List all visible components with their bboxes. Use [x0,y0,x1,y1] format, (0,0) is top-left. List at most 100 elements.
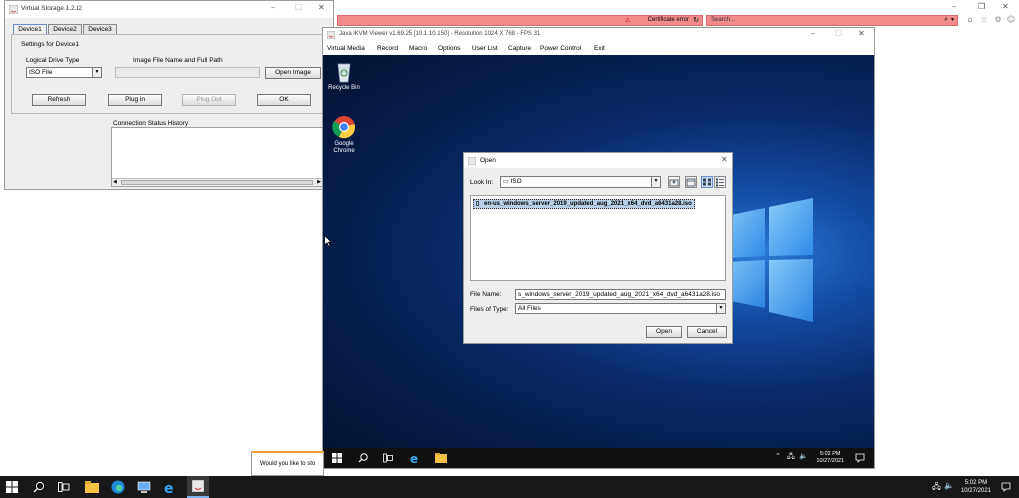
open-dialog-titlebar[interactable]: Open ✕ [464,153,732,168]
host-clock-date: 10/27/2021 [960,488,991,494]
refresh-icon[interactable]: ↻ [693,16,699,24]
logical-drive-label: Logical Drive Type [26,57,80,64]
download-popup[interactable]: Would you like to sto [251,451,324,476]
file-explorer-icon[interactable] [85,481,99,495]
scroll-left-icon[interactable]: ◀ [113,179,117,185]
menu-record[interactable]: Record [377,45,398,52]
chevron-down-icon[interactable]: ▼ [716,304,725,313]
look-in-select[interactable]: ▭ ISO ▼ [500,176,661,188]
minimize-icon[interactable]: – [811,29,815,38]
ikvm-titlebar[interactable]: Java iKVM Viewer v1.69.25 [10.1.10.150] … [323,28,874,42]
chevron-down-icon[interactable]: ▼ [950,17,955,23]
svg-text:e: e [410,452,418,464]
window-title: Java iKVM Viewer v1.69.25 [10.1.10.150] … [339,31,541,37]
ok-button[interactable]: OK [257,94,311,106]
cancel-button[interactable]: Cancel [687,326,727,338]
file-name-input[interactable]: s_windows_server_2019_updated_aug_2021_x… [515,289,726,300]
volume-icon[interactable]: 🔈 [799,452,808,460]
close-icon[interactable]: ✕ [721,155,728,164]
restore-icon[interactable]: ❐ [978,2,985,11]
minimize-icon[interactable]: – [952,2,956,11]
guest-clock-date: 10/27/2021 [816,458,844,464]
image-file-path-field[interactable] [115,67,260,78]
task-view-icon[interactable] [58,481,72,495]
kvm-menubar: Virtual Media Record Macro Options User … [323,42,874,55]
desktop-icon-google-chrome[interactable]: Google Chrome [324,115,364,155]
feedback-icon[interactable]: ☺ [1006,15,1016,25]
menu-power-control[interactable]: Power Control [540,45,581,52]
certificate-error-text[interactable]: Certificate error [648,17,689,23]
open-image-button[interactable]: Open Image [265,67,321,79]
internet-explorer-icon[interactable]: e [163,480,177,494]
new-folder-icon[interactable] [685,176,697,188]
windows-start-icon[interactable] [332,453,342,463]
menu-capture[interactable]: Capture [508,45,531,52]
plug-in-button[interactable]: Plug in [108,94,162,106]
remote-desktop-icon[interactable] [137,480,151,494]
close-icon[interactable]: ✕ [1002,2,1009,11]
address-bar[interactable]: ⚠ Certificate error ↻ [337,15,703,26]
chevron-down-icon[interactable]: ▼ [651,177,660,187]
java-icon [9,5,18,14]
search-icon[interactable]: ⌕ [944,16,948,24]
logical-drive-select[interactable]: ISO File ▼ [26,67,102,78]
details-view-icon[interactable] [714,176,726,188]
guest-clock-time: 5:02 PM [819,451,841,457]
search-bar[interactable]: Search... ⌕ ▼ [706,15,958,26]
list-item[interactable]: ▯ en-us_windows_server_2019_updated_aug_… [473,199,695,209]
host-clock-time: 5:02 PM [964,480,988,486]
up-one-level-icon[interactable] [668,176,680,188]
logical-drive-value: ISO File [29,69,53,76]
recycle-bin-icon [337,63,351,83]
open-button[interactable]: Open [646,326,682,338]
look-in-label: Look In: [470,179,494,186]
files-of-type-select[interactable]: All Files ▼ [515,303,726,314]
host-taskbar: e 🖧 🔈 5:02 PM 10/27/2021 [0,476,1019,498]
menu-options[interactable]: Options [438,45,460,52]
minimize-icon[interactable]: – [271,3,275,12]
list-view-icon[interactable] [701,176,713,188]
network-icon[interactable]: 🖧 [787,452,795,463]
guest-clock[interactable]: 5:02 PM 10/27/2021 [816,451,844,465]
java-app-taskbar-button[interactable] [187,476,209,498]
warning-icon: ⚠ [625,18,631,24]
scroll-thumb[interactable] [121,180,313,185]
search-placeholder: Search... [711,17,736,23]
menu-user-list[interactable]: User List [472,45,498,52]
network-icon[interactable]: 🖧 [932,481,941,495]
internet-explorer-icon[interactable]: e [409,452,421,464]
refresh-button[interactable]: Refresh [32,94,86,106]
edge-icon[interactable] [111,480,125,494]
host-clock[interactable]: 5:02 PM 10/27/2021 [961,479,991,495]
volume-icon[interactable]: 🔈 [944,481,954,490]
connection-history-list[interactable]: ◀ ▶ [111,127,323,187]
virtual-storage-titlebar[interactable]: Virtual Storage 1.2.t2 – ☐ ✕ [5,1,333,18]
file-explorer-icon[interactable] [435,453,447,463]
horizontal-scrollbar[interactable]: ◀ ▶ [112,178,322,186]
dialog-title: Open [480,157,496,164]
java-icon [192,480,204,492]
search-icon[interactable] [358,453,368,463]
windows-start-icon[interactable] [6,481,20,495]
browser-titlebar: – ❐ ✕ [330,0,1019,14]
open-file-dialog: Open ✕ Look In: ▭ ISO ▼ ▯ en-us_windows_… [463,152,733,344]
home-icon[interactable]: ⌂ [965,15,975,25]
favorites-icon[interactable]: ☆ [979,15,989,25]
scroll-right-icon[interactable]: ▶ [317,179,321,185]
search-icon[interactable] [33,481,47,495]
gear-icon[interactable]: ⚙ [993,15,1003,25]
desktop-icon-recycle-bin[interactable]: Recycle Bin [324,59,364,92]
notification-icon[interactable] [855,453,865,463]
chevron-down-icon[interactable]: ▼ [92,68,101,77]
file-icon: ▯ [476,201,480,207]
close-icon[interactable]: ✕ [858,29,865,38]
file-list[interactable]: ▯ en-us_windows_server_2019_updated_aug_… [470,195,726,281]
menu-virtual-media[interactable]: Virtual Media [327,45,365,52]
menu-exit[interactable]: Exit [594,45,605,52]
task-view-icon[interactable] [383,453,393,463]
chevron-up-icon[interactable]: ⌃ [775,452,781,460]
menu-macro[interactable]: Macro [409,45,427,52]
close-icon[interactable]: ✕ [318,3,325,12]
notification-icon[interactable] [1001,482,1011,492]
folder-icon: ▭ [503,179,509,185]
